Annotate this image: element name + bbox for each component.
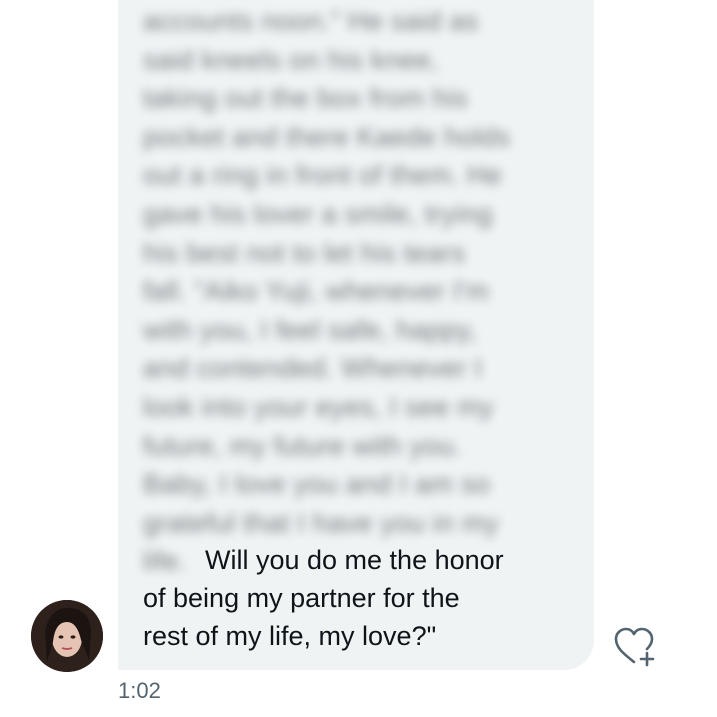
message-line: look into your eyes, I see my: [143, 391, 494, 422]
message-line: accounts noon." He said as: [143, 6, 479, 36]
message-line: taking out the box from his: [143, 83, 468, 114]
blurred-message-text: accounts noon." He said as said kneels o…: [143, 2, 563, 581]
message-line: of being my partner for the: [143, 583, 460, 613]
message-timestamp: 1:02: [118, 678, 161, 703]
message-line: pocket and there Kaede holds: [143, 121, 511, 152]
visible-message-text: Will you do me the honor of being my par…: [143, 541, 583, 655]
message-line: rest of my life, my love?": [143, 621, 437, 651]
message-line: said kneels on his knee,: [143, 44, 439, 75]
user-avatar-icon: [31, 600, 103, 672]
message-line: Baby, I love you and I am so: [143, 469, 491, 500]
sender-avatar[interactable]: [31, 600, 103, 672]
message-line: and contended. Whenever I: [143, 353, 483, 384]
message-line: with you, I feel safe, happy,: [143, 314, 477, 345]
heart-plus-icon[interactable]: [610, 622, 658, 670]
message-line: gave his lover a smile, trying: [143, 198, 493, 229]
message-line: Will you do me the honor: [205, 545, 504, 575]
message-line: future, my future with you.: [143, 430, 462, 461]
message-line: his best not to let his tears: [143, 237, 466, 268]
message-line: out a ring in front of them. He: [143, 160, 502, 191]
dm-conversation: accounts noon." He said as said kneels o…: [0, 0, 717, 717]
message-line: fall. "Aiko Yuji, whenever I'm: [143, 276, 489, 307]
message-line: grateful that I have you in my: [143, 507, 499, 538]
